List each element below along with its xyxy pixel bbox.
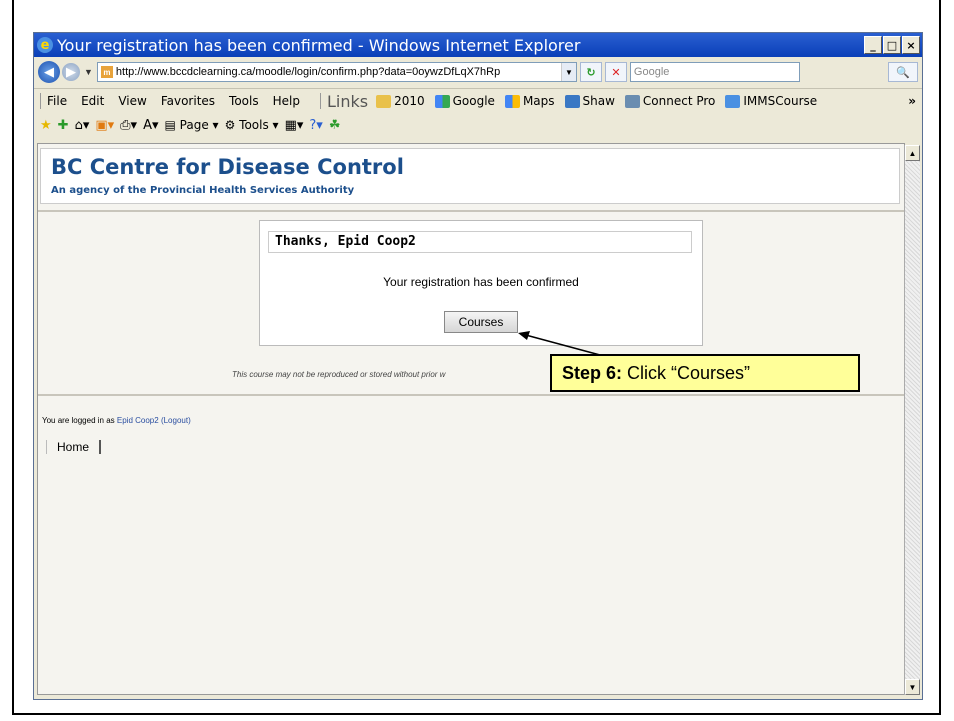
step-text: Click “Courses” [627, 362, 751, 383]
step-callout: Step 6: Click “Courses” [550, 354, 860, 392]
step-number: Step 6: [562, 362, 623, 383]
